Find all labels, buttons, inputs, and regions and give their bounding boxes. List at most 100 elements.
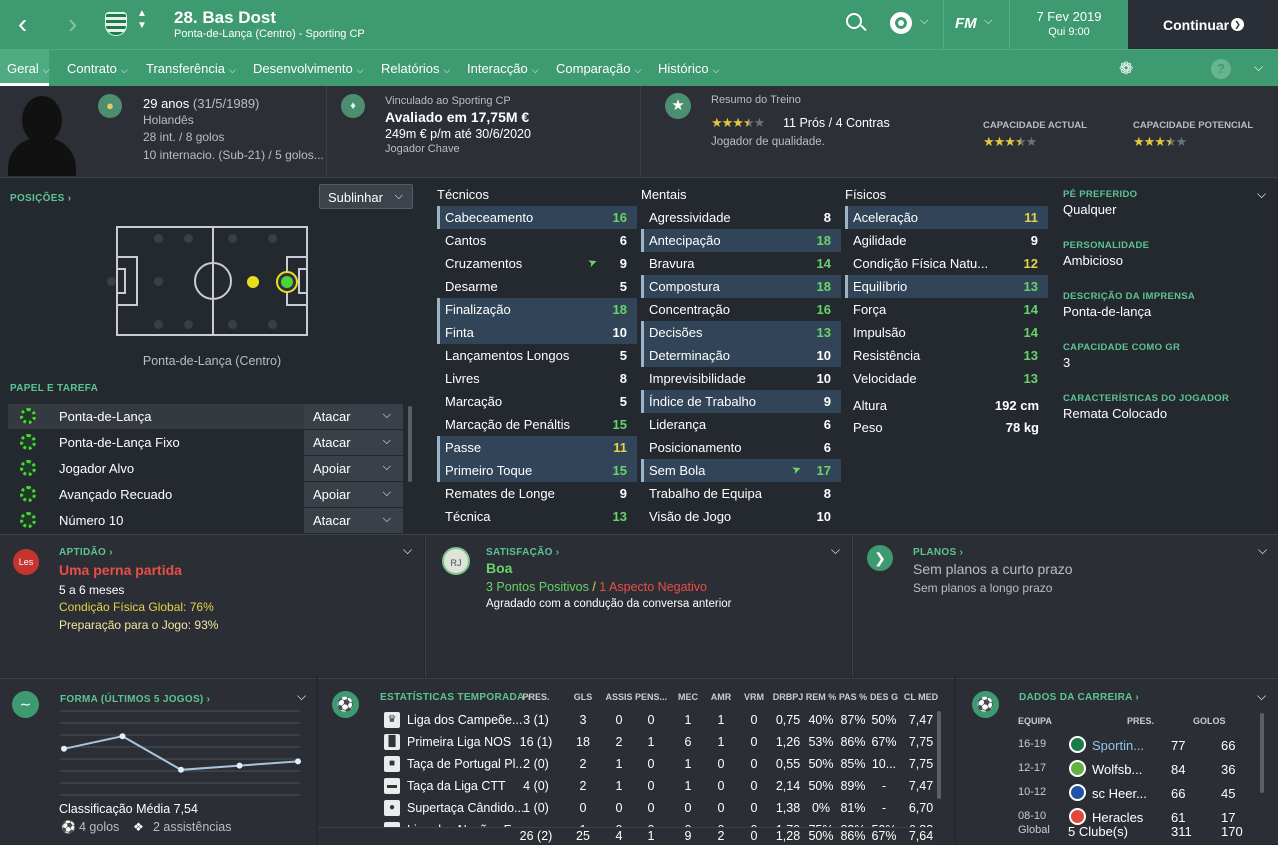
competition-name: Taça da Liga CTT [407,779,506,793]
help-icon[interactable]: ? [1211,59,1231,79]
tab-transferencia[interactable]: Transferência ⌵ [146,61,236,76]
chevron-down-icon[interactable]: ⌵ [831,543,840,558]
duty-dropdown[interactable]: Atacar ⌵ [304,404,403,429]
attribute-row[interactable]: Força 14 [845,298,1048,321]
role-row[interactable]: Ponta-de-Lança Atacar ⌵ [8,404,403,429]
form-label[interactable]: FORMA (ÚLTIMOS 5 JOGOS) › [60,694,210,705]
tab-relatorios[interactable]: Relatórios ⌵ [381,61,450,76]
form-point[interactable] [119,733,126,740]
pros-cons: 11 Prós / 4 Contras [783,116,890,130]
attribute-row[interactable]: Cabeceamento 16 [437,206,637,229]
stats-row[interactable]: █ Primeira Liga NOS 16 (1) 18 2 1 6 1 0 1,26 53% 86… [318,732,933,754]
attribute-row[interactable]: Marcação 5 [437,390,637,413]
duty-label: Atacar [313,513,351,528]
attribute-row[interactable]: Índice de Trabalho 9 [641,390,841,413]
attribute-row[interactable]: Condição Física Natu... 12 [845,252,1048,275]
attribute-row[interactable]: Imprevisibilidade 10 [641,367,841,390]
chevron-down-icon[interactable]: ⌵ [1257,187,1266,202]
attribute-row[interactable]: Concentração 16 [641,298,841,321]
attribute-row[interactable]: Agilidade 9 [845,229,1048,252]
attribute-row[interactable]: Velocidade 13 [845,367,1048,390]
role-row[interactable]: Ponta-de-Lança Fixo Atacar ⌵ [8,430,403,455]
back-icon[interactable]: ‹ [18,10,27,38]
attribute-row[interactable]: Resistência 13 [845,344,1048,367]
form-panel: ∼ FORMA (ÚLTIMOS 5 JOGOS) › ⌵ Classifica… [0,678,316,844]
career-row[interactable]: 10-12 sc Heer... 66 45 [956,783,1256,805]
attribute-row[interactable]: Antecipação 18 [641,229,841,252]
chevron-down-icon[interactable]: ⌵ [920,15,928,28]
attribute-row[interactable]: Trabalho de Equipa 8 [641,482,841,505]
role-row[interactable]: Número 10 Atacar ⌵ [8,508,403,533]
form-point[interactable] [236,762,243,769]
form-point[interactable] [295,758,301,765]
chevron-down-icon[interactable]: ⌵ [403,543,412,558]
chevron-down-icon[interactable]: ⌵ [1257,689,1266,704]
attribute-row[interactable]: Finalização 18 [437,298,637,321]
chevron-down-icon[interactable]: ⌵ [1258,543,1267,558]
attribute-row[interactable]: Liderança 6 [641,413,841,436]
attribute-row[interactable]: Marcação de Penáltis 15 [437,413,637,436]
attribute-row[interactable]: Técnica 13 [437,505,637,528]
duty-dropdown[interactable]: Apoiar ⌵ [304,482,403,507]
chevron-down-icon[interactable]: ⌵ [297,689,306,704]
attribute-row[interactable]: Passe 11 [437,436,637,459]
attribute-row[interactable]: Cruzamentos ➤ 9 [437,252,637,275]
satisfaction-label[interactable]: SATISFAÇÃO › [486,547,559,558]
attribute-row[interactable]: Equilíbrio 13 [845,275,1048,298]
globe-icon[interactable] [890,12,912,34]
attribute-row[interactable]: Lançamentos Longos 5 [437,344,637,367]
attribute-row[interactable]: Desarme 5 [437,275,637,298]
stats-row[interactable]: ■ Taça de Portugal Pl... 2 (0) 2 1 0 1 0 0 0,55 50… [318,754,933,776]
attribute-row[interactable]: Aceleração 11 [845,206,1048,229]
player-switch-icon[interactable]: ▲ ▼ [137,8,147,32]
attribute-row[interactable]: Bravura 14 [641,252,841,275]
fm-logo[interactable]: FM [955,15,977,32]
stats-scrollbar[interactable] [937,711,941,799]
positions-label[interactable]: POSIÇÕES › [10,193,71,204]
attribute-row[interactable]: Primeiro Toque 15 [437,459,637,482]
attribute-row[interactable]: Compostura 18 [641,275,841,298]
tab-comparacao[interactable]: Comparação ⌵ [556,61,641,76]
tab-interaccao[interactable]: Interacção ⌵ [467,61,539,76]
chevron-down-icon[interactable]: ⌵ [984,15,992,28]
role-row[interactable]: Jogador Alvo Apoiar ⌵ [8,456,403,481]
tab-historico[interactable]: Histórico ⌵ [658,61,719,76]
form-point[interactable] [178,766,184,773]
stats-row[interactable]: ▬ Taça da Liga CTT 4 (0) 2 1 0 1 0 0 2,14 50% 89% -7… [318,776,933,798]
fitness-label[interactable]: APTIDÃO › [59,547,113,558]
search-icon[interactable] [846,13,862,29]
attribute-row[interactable]: Livres 8 [437,367,637,390]
attribute-row[interactable]: Finta 10 [437,321,637,344]
attribute-row[interactable]: Sem Bola ➤ 17 [641,459,841,482]
role-row[interactable]: Avançado Recuado Apoiar ⌵ [8,482,403,507]
attribute-value: 15 [612,463,627,478]
forward-icon[interactable]: › [68,10,77,38]
tab-contrato[interactable]: Contrato ⌵ [67,61,128,76]
career-scrollbar[interactable] [1260,713,1264,793]
career-team[interactable]: Sportin... [1092,738,1144,753]
plans-label[interactable]: PLANOS › [913,547,963,558]
attribute-row[interactable]: Remates de Longe 9 [437,482,637,505]
career-row[interactable]: 16-19 Sportin... 77 66 [956,735,1256,757]
duty-dropdown[interactable]: Atacar ⌵ [304,430,403,455]
attribute-row[interactable]: Agressividade 8 [641,206,841,229]
attribute-row[interactable]: Posicionamento 6 [641,436,841,459]
tab-desenvolvimento[interactable]: Desenvolvimento ⌵ [253,61,364,76]
career-row[interactable]: 12-17 Wolfsb... 84 36 [956,759,1256,781]
people-icon[interactable]: ❁ [1119,59,1133,79]
career-label[interactable]: DADOS DA CARREIRA › [1019,692,1139,703]
attribute-row[interactable]: Cantos 6 [437,229,637,252]
tab-geral[interactable]: Geral ⌵ [7,61,50,76]
duty-dropdown[interactable]: Apoiar ⌵ [304,456,403,481]
duty-dropdown[interactable]: Atacar ⌵ [304,508,403,533]
form-point[interactable] [61,745,67,752]
roles-scrollbar[interactable] [408,406,412,482]
attribute-row[interactable]: Visão de Jogo 10 [641,505,841,528]
attribute-row[interactable]: Impulsão 14 [845,321,1048,344]
stats-row[interactable]: ● Supertaça Cândido... 1 (0) 0 0 0 0 0 0 1,38 0% 81… [318,798,933,820]
chevron-down-icon[interactable]: ⌵ [1254,60,1263,75]
highlight-dropdown[interactable]: Sublinhar ⌵ [319,184,413,209]
attribute-row[interactable]: Decisões 13 [641,321,841,344]
attribute-row[interactable]: Determinação 10 [641,344,841,367]
stats-row[interactable]: ♛ Liga dos Campeõe... 3 (1) 3 0 0 1 1 0 0,75 40% 87… [318,710,933,732]
